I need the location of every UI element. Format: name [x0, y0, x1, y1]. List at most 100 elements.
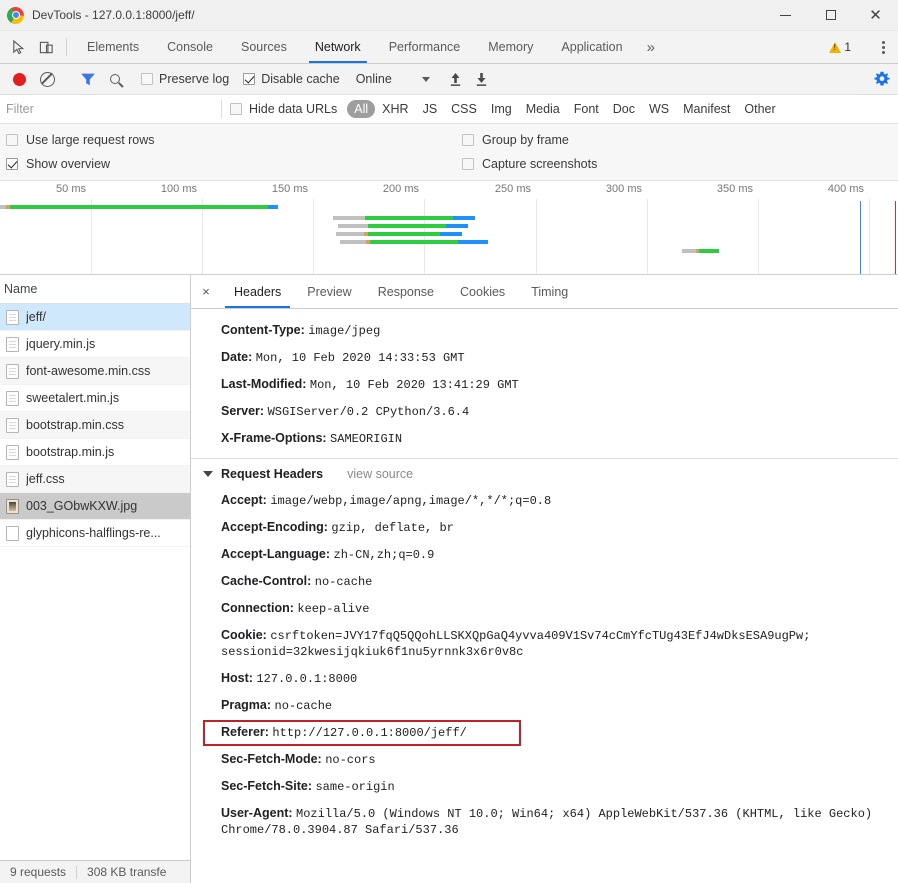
tab-elements[interactable]: Elements — [73, 31, 153, 63]
maximize-button[interactable] — [808, 0, 853, 30]
header-line: Host: 127.0.0.1:8000 — [191, 665, 898, 692]
title-bar: DevTools - 127.0.0.1:8000/jeff/ ✕ — [0, 0, 898, 31]
tab-network[interactable]: Network — [301, 31, 375, 63]
capture-screenshots-checkbox[interactable]: Capture screenshots — [462, 157, 597, 171]
request-name: jquery.min.js — [26, 337, 96, 351]
type-filter-font[interactable]: Font — [567, 100, 606, 118]
request-headers-section-header[interactable]: Request Headers view source — [191, 459, 898, 487]
status-bar: 9 requests 308 KB transfe — [0, 860, 190, 883]
tab-memory[interactable]: Memory — [474, 31, 547, 63]
devtools-window: DevTools - 127.0.0.1:8000/jeff/ ✕ Elemen… — [0, 0, 898, 883]
request-row[interactable]: font-awesome.min.css — [0, 358, 190, 385]
request-row[interactable]: jeff.css — [0, 466, 190, 493]
clear-icon[interactable] — [40, 71, 55, 87]
header-name: Last-Modified: — [221, 377, 310, 391]
font-icon — [6, 525, 19, 541]
preserve-log-checkbox[interactable]: Preserve log — [141, 72, 229, 86]
header-name: Accept-Encoding: — [221, 520, 332, 534]
request-row[interactable]: jeff/ — [0, 304, 190, 331]
request-row[interactable]: sweetalert.min.js — [0, 385, 190, 412]
type-filter-img[interactable]: Img — [484, 100, 519, 118]
import-har-icon[interactable] — [443, 72, 469, 87]
checkbox-box — [462, 134, 474, 146]
header-line: Accept: image/webp,image/apng,image/*,*/… — [191, 487, 898, 514]
type-filter-ws[interactable]: WS — [642, 100, 676, 118]
device-toggle-icon[interactable] — [32, 31, 60, 63]
export-har-icon[interactable] — [469, 72, 495, 87]
document-icon — [6, 390, 19, 406]
group-by-frame-checkbox[interactable]: Group by frame — [462, 133, 569, 147]
tab-headers[interactable]: Headers — [221, 275, 294, 308]
request-row[interactable]: bootstrap.min.css — [0, 412, 190, 439]
type-filter-doc[interactable]: Doc — [606, 100, 642, 118]
request-row[interactable]: glyphicons-halflings-re... — [0, 520, 190, 547]
header-value: zh-CN,zh;q=0.9 — [333, 548, 435, 562]
checkbox-box — [243, 73, 256, 85]
image-icon — [6, 498, 19, 514]
filter-bar: Hide data URLs All XHR JS CSS Img Media … — [0, 95, 898, 124]
tab-application[interactable]: Application — [547, 31, 636, 63]
tab-preview[interactable]: Preview — [294, 275, 364, 308]
gear-icon[interactable] — [874, 71, 890, 87]
hide-data-urls-checkbox[interactable]: Hide data URLs — [230, 102, 337, 116]
network-toolbar: Preserve log Disable cache Online — [0, 64, 898, 95]
checkbox-box — [6, 134, 18, 146]
type-filter-js[interactable]: JS — [416, 100, 445, 118]
header-name: Cookie: — [221, 628, 271, 642]
record-button-icon[interactable] — [13, 72, 26, 86]
request-name: jeff/ — [26, 310, 46, 324]
header-line: Cache-Control: no-cache — [191, 568, 898, 595]
type-filter-all[interactable]: All — [347, 100, 376, 118]
overview-bar-segment — [333, 216, 365, 220]
filter-input[interactable] — [0, 95, 213, 123]
header-line: User-Agent: Mozilla/5.0 (Windows NT 10.0… — [191, 800, 898, 843]
tab-console[interactable]: Console — [153, 31, 227, 63]
overview-bar-segment — [368, 224, 446, 228]
request-name: jeff.css — [26, 472, 65, 486]
header-value: no-cache — [314, 575, 373, 589]
tab-response[interactable]: Response — [365, 275, 447, 308]
inspect-cursor-icon[interactable] — [4, 31, 32, 63]
disable-cache-checkbox[interactable]: Disable cache — [243, 72, 340, 86]
view-source-link[interactable]: view source — [347, 467, 413, 481]
overview-tick-label: 400 ms — [827, 183, 864, 195]
show-overview-checkbox[interactable]: Show overview — [0, 157, 462, 171]
throttling-select[interactable]: Online — [356, 72, 430, 86]
type-filter-css[interactable]: CSS — [444, 100, 484, 118]
close-button[interactable]: ✕ — [853, 0, 898, 30]
close-detail-icon[interactable]: × — [191, 275, 221, 308]
funnel-filter-icon[interactable] — [81, 73, 95, 86]
request-row[interactable]: 003_GObwKXW.jpg — [0, 493, 190, 520]
header-name: Content-Type: — [221, 323, 309, 337]
header-name: Accept: — [221, 493, 271, 507]
more-tabs-button[interactable]: » — [637, 31, 665, 63]
tab-timing[interactable]: Timing — [518, 275, 581, 308]
type-filter-xhr[interactable]: XHR — [375, 100, 415, 118]
use-large-request-rows-label: Use large request rows — [26, 133, 155, 147]
header-value: Mon, 10 Feb 2020 14:33:53 GMT — [255, 351, 465, 365]
overview-gridline — [536, 199, 537, 274]
minimize-button[interactable] — [763, 0, 808, 30]
header-value: SAMEORIGIN — [330, 432, 403, 446]
overview-bar-segment — [365, 216, 453, 220]
tab-sources[interactable]: Sources — [227, 31, 301, 63]
document-icon — [6, 363, 19, 379]
type-filter-other[interactable]: Other — [737, 100, 782, 118]
use-large-request-rows-checkbox[interactable]: Use large request rows — [0, 133, 462, 147]
warning-indicator[interactable]: 1 — [821, 40, 859, 54]
overview-gridline — [91, 199, 92, 274]
type-filter-manifest[interactable]: Manifest — [676, 100, 737, 118]
request-row[interactable]: jquery.min.js — [0, 331, 190, 358]
tab-performance[interactable]: Performance — [375, 31, 475, 63]
network-overview-timeline[interactable]: 50 ms 100 ms 150 ms 200 ms 250 ms 300 ms 350 m… — [0, 181, 898, 275]
checkbox-box — [6, 158, 18, 170]
type-filter-media[interactable]: Media — [519, 100, 567, 118]
tab-cookies[interactable]: Cookies — [447, 275, 518, 308]
search-icon[interactable] — [110, 74, 120, 84]
kebab-menu-icon[interactable] — [872, 40, 894, 54]
request-row[interactable]: bootstrap.min.js — [0, 439, 190, 466]
column-header-name: Name — [4, 282, 38, 296]
overview-bar-segment — [440, 232, 462, 236]
checkbox-box — [230, 103, 242, 115]
detail-tab-bar: × Headers Preview Response Cookies Timin… — [191, 275, 898, 309]
